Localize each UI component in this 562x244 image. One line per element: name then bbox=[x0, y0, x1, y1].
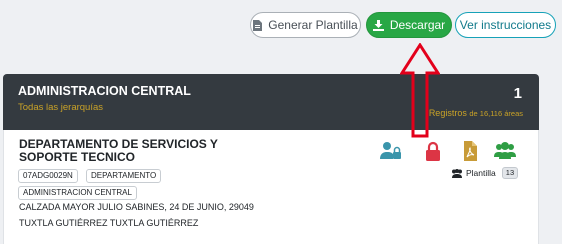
header-title: ADMINISTRACION CENTRAL bbox=[18, 84, 191, 98]
department-city: TUXTLA GUTIÉRREZ TUXTLA GUTIÉRREZ bbox=[19, 218, 199, 228]
hierarchy-header: ADMINISTRACION CENTRAL Todas las jerarqu… bbox=[3, 74, 539, 130]
descargar-button[interactable]: Descargar bbox=[366, 12, 452, 38]
generar-plantilla-button[interactable]: Generar Plantilla bbox=[250, 12, 361, 38]
registros-detail: de 16,116 áreas bbox=[469, 109, 523, 118]
department-code-badge: 07ADG0029N bbox=[18, 169, 78, 183]
plantilla-label: Plantilla bbox=[466, 168, 496, 178]
annotation-arrow bbox=[400, 43, 440, 138]
pdf-file-icon[interactable] bbox=[459, 141, 481, 161]
parent-area-badge: ADMINISTRACION CENTRAL bbox=[18, 186, 137, 200]
header-subtitle[interactable]: Todas las jerarquías bbox=[18, 102, 103, 113]
department-card: DEPARTAMENTO DE SERVICIOS Y SOPORTE TECN… bbox=[3, 130, 539, 244]
ver-instrucciones-button[interactable]: Ver instrucciones bbox=[455, 12, 556, 38]
registros-text: Registros de 16,116 áreas bbox=[429, 108, 523, 118]
plantilla-indicator[interactable]: Plantilla 13 bbox=[451, 166, 519, 180]
descargar-label: Descargar bbox=[389, 18, 446, 32]
group-icon bbox=[452, 168, 462, 178]
users-icon[interactable] bbox=[494, 141, 516, 161]
file-text-icon bbox=[253, 19, 263, 31]
download-icon bbox=[372, 19, 384, 31]
lock-icon[interactable] bbox=[422, 141, 444, 161]
record-count: 1 bbox=[513, 85, 522, 102]
plantilla-count-badge: 13 bbox=[501, 167, 519, 179]
toolbar: Generar Plantilla Descargar Ver instrucc… bbox=[0, 12, 562, 38]
generar-plantilla-label: Generar Plantilla bbox=[268, 18, 358, 32]
ver-instrucciones-label: Ver instrucciones bbox=[459, 18, 552, 32]
user-lock-icon[interactable] bbox=[380, 141, 402, 161]
department-address: CALZADA MAYOR JULIO SABINES, 24 DE JUNIO… bbox=[19, 202, 254, 212]
department-name: DEPARTAMENTO DE SERVICIOS Y SOPORTE TECN… bbox=[19, 137, 218, 164]
department-type-badge: DEPARTAMENTO bbox=[86, 169, 162, 183]
